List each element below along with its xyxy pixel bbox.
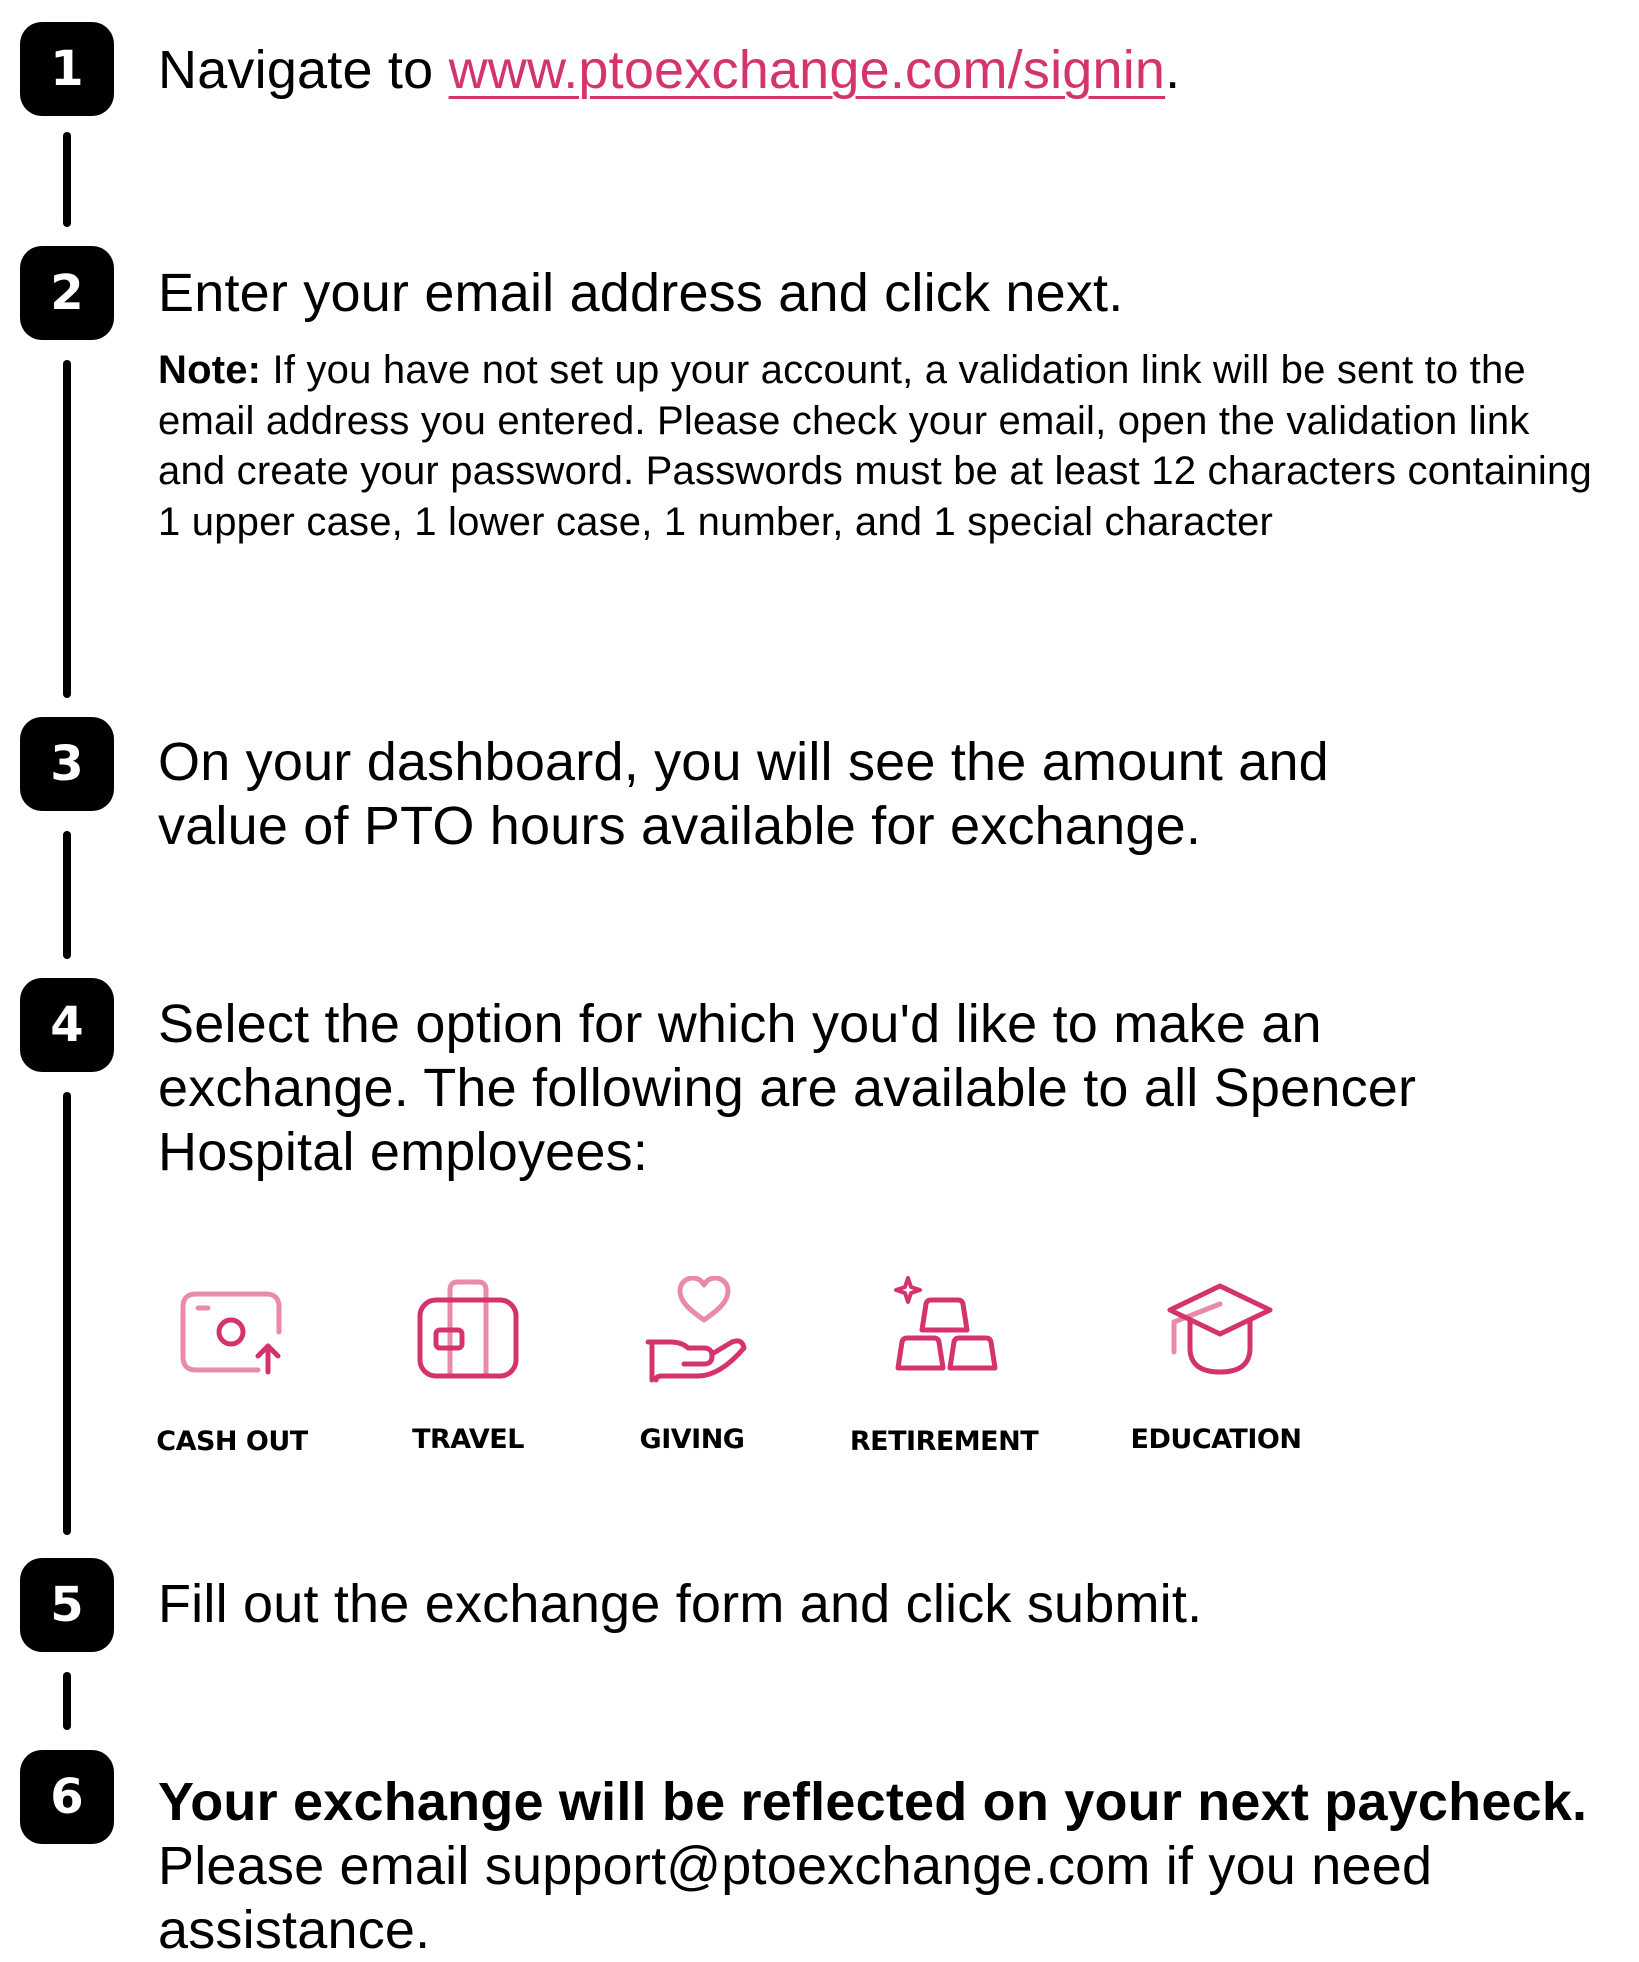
step-2-note: Note: If you have not set up your accoun…: [158, 345, 1608, 547]
step-4-badge: 4: [20, 978, 114, 1072]
step-4-line-2: exchange. The following are available to…: [158, 1058, 1417, 1118]
camera-upload-icon[interactable]: [178, 1286, 286, 1378]
step-3-line-2: value of PTO hours available for exchang…: [158, 796, 1202, 856]
note-label: Note:: [158, 348, 262, 392]
step-3-badge: 3: [20, 717, 114, 811]
option-label-travel[interactable]: TRAVEL: [412, 1424, 524, 1455]
gold-bars-icon[interactable]: [894, 1276, 1004, 1388]
step-6-badge: 6: [20, 1750, 114, 1844]
step-5-badge: 5: [20, 1558, 114, 1652]
option-label-cash-out[interactable]: CASH OUT: [156, 1426, 308, 1457]
step-connector: [63, 1092, 71, 1535]
step-4-line-1: Select the option for which you'd like t…: [158, 994, 1322, 1054]
step-2-badge: 2: [20, 246, 114, 340]
option-label-education[interactable]: EDUCATION: [1131, 1424, 1302, 1455]
signin-link[interactable]: www.ptoexchange.com/signin: [449, 40, 1166, 100]
step-connector: [63, 831, 71, 959]
step-1-prefix: Navigate to: [158, 40, 449, 100]
note-text: If you have not set up your account, a v…: [158, 348, 1592, 544]
step-4-line-3: Hospital employees:: [158, 1122, 649, 1182]
step-1-suffix: .: [1165, 40, 1181, 100]
step-6-bold-text: Your exchange will be reflected on your …: [158, 1772, 1588, 1832]
step-1-text: Navigate to www.ptoexchange.com/signin.: [158, 38, 1180, 102]
step-5-text: Fill out the exchange form and click sub…: [158, 1574, 1203, 1634]
step-3-line-1: On your dashboard, you will see the amou…: [158, 732, 1329, 792]
option-label-giving[interactable]: GIVING: [640, 1424, 745, 1455]
option-label-retirement[interactable]: RETIREMENT: [850, 1426, 1039, 1457]
step-6-line-3: assistance.: [158, 1900, 431, 1960]
step-connector: [63, 360, 71, 698]
graduation-cap-icon[interactable]: [1166, 1282, 1274, 1380]
step-1-badge: 1: [20, 22, 114, 116]
step-2-text: Enter your email address and click next.: [158, 263, 1124, 323]
step-connector: [63, 1672, 71, 1730]
step-6-line-2: Please email support@ptoexchange.com if …: [158, 1836, 1433, 1896]
step-connector: [63, 132, 71, 227]
hand-heart-icon[interactable]: [640, 1276, 748, 1384]
suitcase-icon[interactable]: [414, 1278, 522, 1382]
